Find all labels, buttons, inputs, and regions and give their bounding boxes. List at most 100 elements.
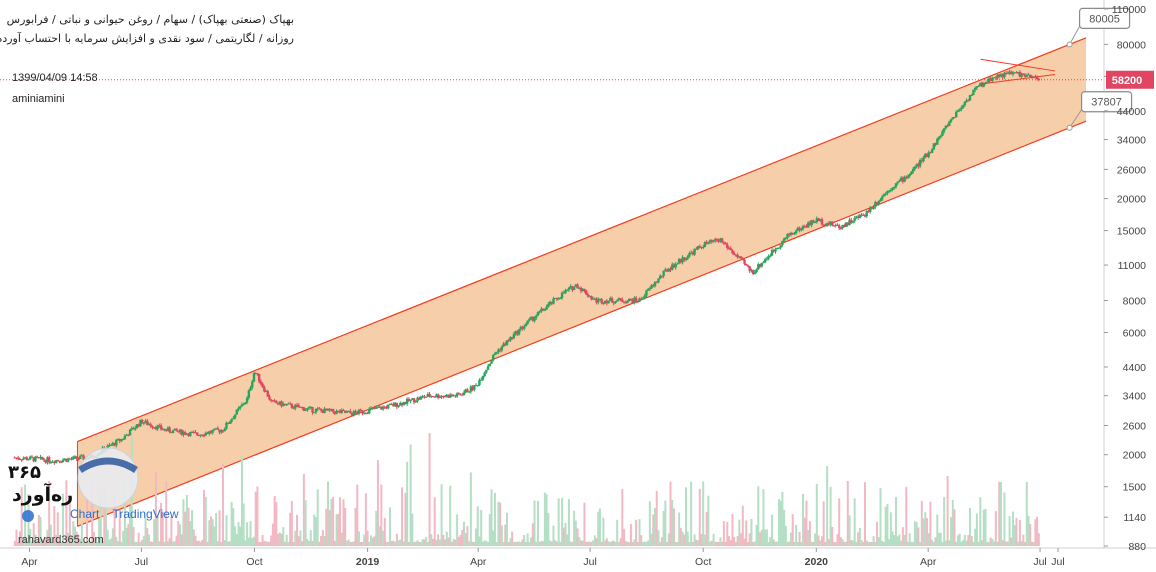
candle-body — [739, 256, 743, 259]
candle-body — [414, 401, 417, 403]
volume-bar — [975, 513, 978, 546]
volume-bar — [184, 511, 187, 546]
candle-body — [397, 405, 400, 407]
watermark-number: ۳۶۵ — [8, 462, 41, 483]
candle-body — [590, 296, 593, 299]
volume-bar — [373, 536, 376, 546]
candle-body — [552, 298, 555, 304]
volume-bar — [946, 476, 949, 546]
volume-bar — [244, 540, 247, 546]
volume-bar — [901, 527, 904, 546]
volume-bar — [674, 541, 677, 546]
candle-body — [275, 400, 278, 404]
price-tick-label: 34000 — [1117, 135, 1146, 147]
volume-bar — [278, 532, 281, 546]
volume-bar — [592, 540, 595, 546]
volume-bar — [1012, 511, 1015, 546]
watermark-tv-word: TradingView — [112, 507, 179, 521]
candle-body — [547, 304, 550, 307]
volume-bar — [924, 512, 927, 546]
volume-bar — [382, 530, 385, 546]
volume-bar — [469, 472, 472, 546]
volume-bar — [874, 541, 877, 546]
volume-bar — [750, 518, 753, 546]
volume-bar — [454, 539, 457, 546]
candle-body — [75, 456, 78, 459]
upper-channel-label-anchor — [1066, 41, 1073, 48]
candle-body — [252, 373, 256, 382]
candle-body — [58, 460, 61, 462]
candle-body — [777, 247, 781, 249]
volume-bar — [600, 541, 603, 546]
volume-bar — [480, 510, 483, 546]
volume-bar — [211, 519, 214, 546]
candle-body — [146, 420, 149, 425]
volume-bar — [376, 460, 379, 546]
candle-body — [887, 190, 891, 192]
candle-body — [257, 373, 261, 382]
volume-bar — [786, 541, 789, 546]
candle-body — [862, 214, 865, 216]
volume-bar — [846, 481, 849, 546]
volume-bar — [430, 534, 433, 546]
volume-bar — [433, 497, 436, 546]
price-tick-label: 110000 — [1112, 4, 1146, 16]
volume-bar — [13, 541, 16, 546]
candle-body — [629, 298, 633, 300]
candle-body — [500, 346, 504, 351]
candle-body — [729, 248, 732, 251]
volume-bar — [857, 532, 860, 546]
volume-bar — [920, 500, 923, 546]
volume-bar — [691, 541, 694, 546]
price-tick-label: 3400 — [1123, 391, 1147, 403]
volume-bar — [137, 532, 140, 546]
candle-body — [268, 396, 271, 400]
candle-body — [762, 262, 765, 264]
volume-bar — [141, 539, 144, 546]
volume-bar — [805, 500, 808, 546]
volume-bar — [891, 531, 894, 546]
volume-bar — [931, 539, 934, 546]
watermark-brand: ره‌آورد — [12, 484, 74, 506]
candle-body — [648, 288, 652, 290]
volume-bar — [929, 501, 932, 546]
volume-bar — [492, 530, 495, 546]
volume-bar — [621, 489, 624, 546]
candle-body — [493, 353, 497, 355]
candle-body — [698, 246, 701, 248]
volume-bar — [702, 481, 705, 546]
volume-bar — [564, 522, 567, 546]
volume-bar — [741, 505, 744, 546]
volume-bar — [277, 533, 280, 546]
volume-bar — [746, 542, 749, 546]
volume-bar — [419, 541, 422, 546]
volume-bar — [230, 501, 233, 546]
candle-body — [755, 269, 758, 273]
candle-body — [109, 444, 113, 446]
volume-bar — [106, 529, 109, 546]
candle-body — [368, 408, 371, 414]
candle-body — [259, 381, 263, 384]
time-tick-label: Apr — [470, 556, 487, 568]
candle-body — [641, 298, 645, 300]
volume-bar — [733, 536, 736, 546]
volume-bar — [323, 535, 326, 546]
volume-bar — [1025, 481, 1028, 546]
price-tick-label: 1140 — [1123, 512, 1146, 524]
volume-bar — [349, 541, 352, 546]
price-chart[interactable]: 8000537807880114015002000260034004400600… — [0, 0, 1156, 572]
volume-bar — [390, 540, 393, 546]
volume-bar — [648, 501, 651, 546]
volume-bar — [511, 531, 514, 546]
volume-bar — [296, 514, 299, 546]
candle-body — [244, 402, 247, 405]
volume-bar — [189, 521, 192, 546]
candle-body — [567, 287, 571, 290]
volume-bar — [1006, 541, 1009, 546]
candle-body — [42, 459, 46, 461]
volume-bar — [146, 528, 149, 546]
candle-body — [457, 393, 461, 395]
symbol-title: بهپاک (صنعتی بهپاک) / سهام / روغن حیوانی… — [6, 13, 294, 26]
candle-body — [949, 119, 953, 122]
volume-bar — [142, 536, 145, 546]
